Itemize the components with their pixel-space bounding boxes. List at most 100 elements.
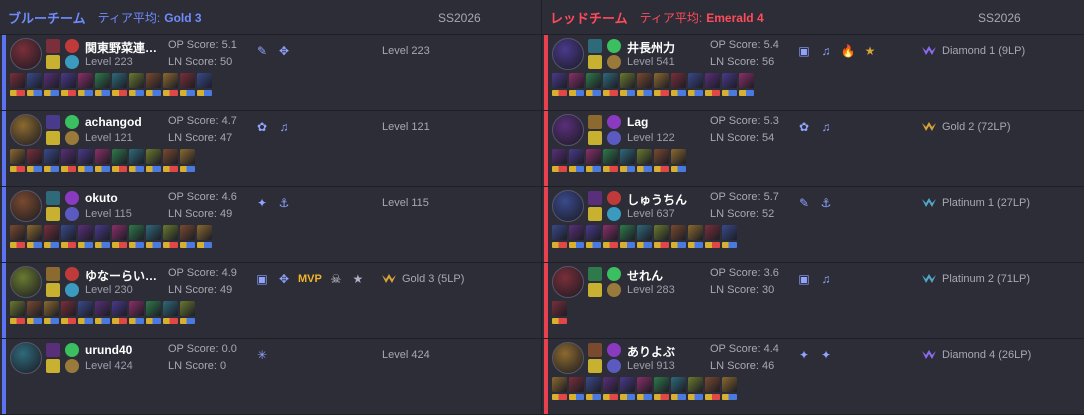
player-name[interactable]: 井長州力 bbox=[627, 39, 675, 56]
history-champion-icon[interactable] bbox=[27, 73, 42, 88]
history-champion-icon[interactable] bbox=[61, 225, 76, 240]
history-champion-icon[interactable] bbox=[569, 225, 584, 240]
history-champion-icon[interactable] bbox=[180, 301, 195, 316]
history-champion-icon[interactable] bbox=[688, 377, 703, 392]
champion-avatar[interactable] bbox=[10, 266, 42, 298]
history-champion-icon[interactable] bbox=[163, 225, 178, 240]
history-champion-icon[interactable] bbox=[552, 301, 567, 316]
player-name[interactable]: urund40 bbox=[85, 343, 132, 357]
history-champion-icon[interactable] bbox=[163, 73, 178, 88]
history-champion-icon[interactable] bbox=[78, 73, 93, 88]
history-champion-icon[interactable] bbox=[129, 149, 144, 164]
player-name[interactable]: achangod bbox=[85, 115, 142, 129]
history-champion-icon[interactable] bbox=[95, 73, 110, 88]
player-row[interactable]: Lag Level 122 OP Score: 5.3 LN Score: 54 ✿ ♫ G… bbox=[542, 111, 1084, 187]
history-champion-icon[interactable] bbox=[10, 301, 25, 316]
player-name[interactable]: Lag bbox=[627, 115, 648, 129]
history-champion-icon[interactable] bbox=[129, 301, 144, 316]
player-row[interactable]: ゆなーらい… Level 230 OP Score: 4.9 LN Score: 49… bbox=[0, 263, 542, 339]
history-champion-icon[interactable] bbox=[671, 73, 686, 88]
player-row[interactable]: せれん Level 283 OP Score: 3.6 LN Score: 30 ▣ ♫ P… bbox=[542, 263, 1084, 339]
history-champion-icon[interactable] bbox=[180, 73, 195, 88]
history-champion-icon[interactable] bbox=[620, 73, 635, 88]
history-champion-icon[interactable] bbox=[637, 377, 652, 392]
history-champion-icon[interactable] bbox=[146, 225, 161, 240]
history-champion-icon[interactable] bbox=[637, 73, 652, 88]
champion-avatar[interactable] bbox=[10, 114, 42, 146]
history-champion-icon[interactable] bbox=[10, 73, 25, 88]
champion-avatar[interactable] bbox=[552, 114, 584, 146]
history-champion-icon[interactable] bbox=[95, 149, 110, 164]
history-champion-icon[interactable] bbox=[586, 73, 601, 88]
history-champion-icon[interactable] bbox=[129, 225, 144, 240]
history-champion-icon[interactable] bbox=[10, 149, 25, 164]
history-champion-icon[interactable] bbox=[688, 73, 703, 88]
champion-avatar[interactable] bbox=[10, 342, 42, 374]
history-champion-icon[interactable] bbox=[569, 73, 584, 88]
champion-avatar[interactable] bbox=[10, 190, 42, 222]
history-champion-icon[interactable] bbox=[112, 301, 127, 316]
history-champion-icon[interactable] bbox=[27, 149, 42, 164]
history-champion-icon[interactable] bbox=[180, 149, 195, 164]
history-champion-icon[interactable] bbox=[95, 301, 110, 316]
history-champion-icon[interactable] bbox=[112, 149, 127, 164]
history-champion-icon[interactable] bbox=[603, 149, 618, 164]
history-champion-icon[interactable] bbox=[197, 225, 212, 240]
history-champion-icon[interactable] bbox=[27, 301, 42, 316]
player-row[interactable]: ありよぶ Level 913 OP Score: 4.4 LN Score: 46 ✦ ✦… bbox=[542, 339, 1084, 415]
champion-avatar[interactable] bbox=[552, 190, 584, 222]
history-champion-icon[interactable] bbox=[620, 225, 635, 240]
history-champion-icon[interactable] bbox=[146, 73, 161, 88]
history-champion-icon[interactable] bbox=[197, 73, 212, 88]
history-champion-icon[interactable] bbox=[603, 225, 618, 240]
champion-avatar[interactable] bbox=[552, 342, 584, 374]
player-name[interactable]: okuto bbox=[85, 191, 118, 205]
history-champion-icon[interactable] bbox=[722, 225, 737, 240]
history-champion-icon[interactable] bbox=[552, 377, 567, 392]
history-champion-icon[interactable] bbox=[44, 149, 59, 164]
history-champion-icon[interactable] bbox=[552, 149, 567, 164]
history-champion-icon[interactable] bbox=[654, 149, 669, 164]
history-champion-icon[interactable] bbox=[569, 377, 584, 392]
player-row[interactable]: okuto Level 115 OP Score: 4.6 LN Score: 49 ✦… bbox=[0, 187, 542, 263]
history-champion-icon[interactable] bbox=[671, 377, 686, 392]
history-champion-icon[interactable] bbox=[61, 149, 76, 164]
history-champion-icon[interactable] bbox=[739, 73, 754, 88]
history-champion-icon[interactable] bbox=[129, 73, 144, 88]
history-champion-icon[interactable] bbox=[78, 149, 93, 164]
history-champion-icon[interactable] bbox=[95, 225, 110, 240]
player-row[interactable]: achangod Level 121 OP Score: 4.7 LN Score: … bbox=[0, 111, 542, 187]
history-champion-icon[interactable] bbox=[654, 377, 669, 392]
history-champion-icon[interactable] bbox=[163, 149, 178, 164]
player-row[interactable]: urund40 Level 424 OP Score: 0.0 LN Score: 0… bbox=[0, 339, 542, 415]
history-champion-icon[interactable] bbox=[78, 225, 93, 240]
history-champion-icon[interactable] bbox=[146, 149, 161, 164]
champion-avatar[interactable] bbox=[552, 266, 584, 298]
history-champion-icon[interactable] bbox=[705, 225, 720, 240]
history-champion-icon[interactable] bbox=[180, 225, 195, 240]
history-champion-icon[interactable] bbox=[586, 149, 601, 164]
history-champion-icon[interactable] bbox=[552, 73, 567, 88]
history-champion-icon[interactable] bbox=[654, 225, 669, 240]
history-champion-icon[interactable] bbox=[603, 73, 618, 88]
history-champion-icon[interactable] bbox=[44, 225, 59, 240]
player-name[interactable]: せれん bbox=[627, 267, 663, 284]
history-champion-icon[interactable] bbox=[44, 301, 59, 316]
history-champion-icon[interactable] bbox=[552, 225, 567, 240]
player-row[interactable]: しゅうちん Level 637 OP Score: 5.7 LN Score: 52 ✎… bbox=[542, 187, 1084, 263]
history-champion-icon[interactable] bbox=[688, 225, 703, 240]
champion-avatar[interactable] bbox=[10, 38, 42, 70]
player-name[interactable]: しゅうちん bbox=[627, 191, 687, 208]
history-champion-icon[interactable] bbox=[654, 73, 669, 88]
history-champion-icon[interactable] bbox=[44, 73, 59, 88]
player-name[interactable]: ゆなーらい… bbox=[85, 267, 157, 284]
history-champion-icon[interactable] bbox=[620, 377, 635, 392]
history-champion-icon[interactable] bbox=[637, 149, 652, 164]
history-champion-icon[interactable] bbox=[722, 377, 737, 392]
history-champion-icon[interactable] bbox=[620, 149, 635, 164]
history-champion-icon[interactable] bbox=[671, 225, 686, 240]
player-row[interactable]: 井長州力 Level 541 OP Score: 5.4 LN Score: 56 ▣ ♫… bbox=[542, 35, 1084, 111]
history-champion-icon[interactable] bbox=[10, 225, 25, 240]
history-champion-icon[interactable] bbox=[146, 301, 161, 316]
history-champion-icon[interactable] bbox=[163, 301, 178, 316]
